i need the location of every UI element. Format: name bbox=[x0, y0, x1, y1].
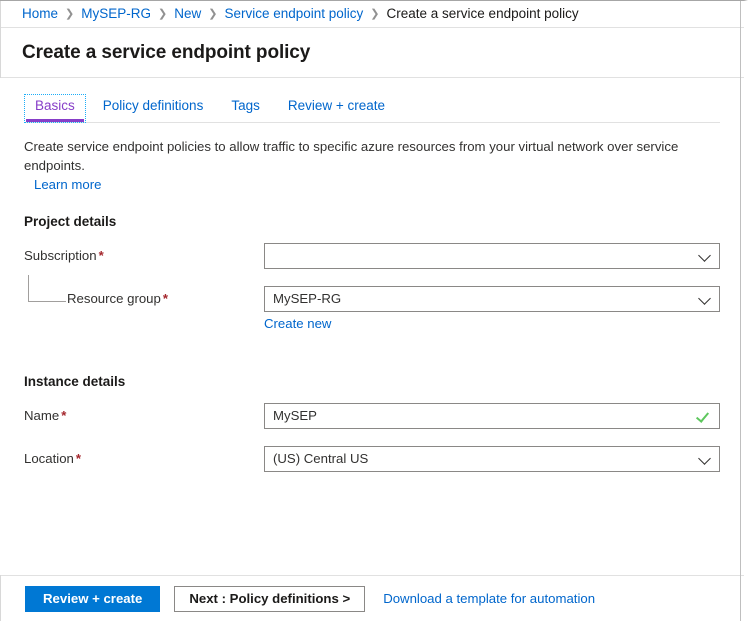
field-resource-group: Resource group* MySEP-RG Create new bbox=[24, 286, 720, 331]
learn-more-link[interactable]: Learn more bbox=[34, 177, 101, 192]
breadcrumb-separator-icon: ❯ bbox=[65, 9, 74, 20]
basics-form: Project details Subscription* Resource bbox=[0, 214, 744, 474]
tab-basics[interactable]: Basics bbox=[24, 94, 86, 123]
location-control: (US) Central US bbox=[264, 446, 720, 472]
tab-tags[interactable]: Tags bbox=[220, 94, 271, 123]
location-dropdown[interactable]: (US) Central US bbox=[264, 446, 720, 472]
blade-description: Create service endpoint policies to allo… bbox=[0, 123, 744, 194]
breadcrumb-item-new[interactable]: New bbox=[174, 7, 201, 21]
subscription-control bbox=[264, 243, 720, 269]
chevron-down-icon bbox=[699, 250, 711, 262]
breadcrumb-separator-icon: ❯ bbox=[370, 9, 379, 20]
breadcrumb-item-mysep-rg[interactable]: MySEP-RG bbox=[81, 7, 151, 21]
name-label: Name* bbox=[24, 403, 264, 423]
location-value: (US) Central US bbox=[273, 447, 693, 471]
create-service-endpoint-policy-blade: Home ❯ MySEP-RG ❯ New ❯ Service endpoint… bbox=[0, 0, 748, 621]
breadcrumb-separator-icon: ❯ bbox=[158, 9, 167, 20]
instance-details-heading: Instance details bbox=[24, 374, 720, 389]
page-title: Create a service endpoint policy bbox=[22, 42, 310, 64]
blade-content: Basics Policy definitions Tags Review + … bbox=[0, 78, 744, 575]
blade-footer: Review + create Next : Policy definition… bbox=[0, 575, 744, 621]
title-bar: Create a service endpoint policy bbox=[0, 28, 744, 78]
required-asterisk: * bbox=[163, 291, 168, 306]
review-create-button[interactable]: Review + create bbox=[25, 586, 160, 612]
required-asterisk: * bbox=[99, 248, 104, 263]
tab-policy-definitions[interactable]: Policy definitions bbox=[92, 94, 215, 123]
name-label-text: Name bbox=[24, 408, 59, 423]
create-new-resource-group-link[interactable]: Create new bbox=[264, 316, 331, 331]
subscription-dropdown[interactable] bbox=[264, 243, 720, 269]
tree-connector-line bbox=[28, 275, 66, 302]
breadcrumb-item-current: Create a service endpoint policy bbox=[387, 7, 579, 21]
chevron-down-icon bbox=[699, 453, 711, 465]
description-text: Create service endpoint policies to allo… bbox=[24, 137, 720, 175]
required-asterisk: * bbox=[76, 451, 81, 466]
name-input[interactable]: MySEP bbox=[264, 403, 720, 429]
next-policy-definitions-button[interactable]: Next : Policy definitions > bbox=[174, 586, 365, 612]
breadcrumb-item-service-endpoint-policy[interactable]: Service endpoint policy bbox=[224, 7, 363, 21]
breadcrumb-item-home[interactable]: Home bbox=[22, 7, 58, 21]
resource-group-label-text: Resource group bbox=[67, 291, 161, 306]
resource-group-control: MySEP-RG Create new bbox=[264, 286, 720, 331]
name-value: MySEP bbox=[273, 404, 691, 428]
resource-group-dropdown[interactable]: MySEP-RG bbox=[264, 286, 720, 312]
breadcrumb-separator-icon: ❯ bbox=[208, 9, 217, 20]
project-details-heading: Project details bbox=[24, 214, 720, 229]
check-valid-icon bbox=[697, 409, 711, 423]
subscription-label-text: Subscription bbox=[24, 248, 97, 263]
resource-group-value: MySEP-RG bbox=[273, 287, 693, 311]
subscription-label: Subscription* bbox=[24, 243, 264, 263]
field-name: Name* MySEP bbox=[24, 403, 720, 431]
tab-active-underline bbox=[26, 119, 84, 122]
chevron-down-icon bbox=[699, 293, 711, 305]
name-control: MySEP bbox=[264, 403, 720, 429]
tab-list: Basics Policy definitions Tags Review + … bbox=[0, 83, 744, 123]
tab-policy-definitions-label: Policy definitions bbox=[103, 98, 204, 113]
field-location: Location* (US) Central US bbox=[24, 446, 720, 474]
location-label-text: Location bbox=[24, 451, 74, 466]
field-subscription: Subscription* bbox=[24, 243, 720, 271]
tab-review-create[interactable]: Review + create bbox=[277, 94, 396, 123]
section-spacer bbox=[24, 346, 720, 374]
required-asterisk: * bbox=[61, 408, 66, 423]
location-label: Location* bbox=[24, 446, 264, 466]
resource-group-label: Resource group* bbox=[24, 286, 264, 306]
tab-tags-label: Tags bbox=[231, 98, 260, 113]
tab-review-create-label: Review + create bbox=[288, 98, 385, 113]
tab-basics-label: Basics bbox=[35, 98, 75, 113]
download-template-link[interactable]: Download a template for automation bbox=[383, 591, 595, 606]
breadcrumb: Home ❯ MySEP-RG ❯ New ❯ Service endpoint… bbox=[0, 1, 744, 28]
